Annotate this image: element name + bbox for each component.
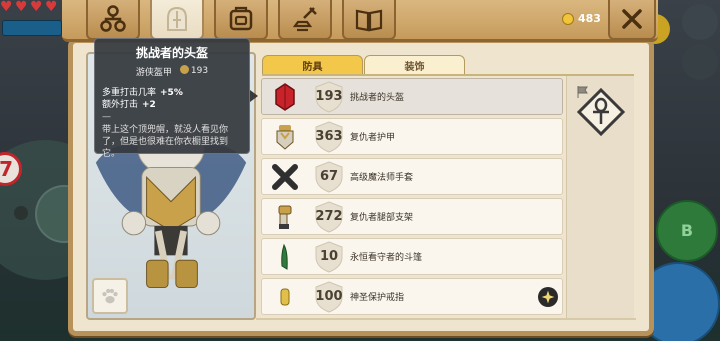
item-name: 神圣保护戒指 xyxy=(350,293,405,303)
coin-counter: 483 xyxy=(562,12,601,25)
level-shield-icon xyxy=(179,65,189,74)
pet-button[interactable] xyxy=(92,278,128,314)
close-icon xyxy=(622,9,642,29)
heart-icon: ♥ xyxy=(15,0,28,15)
item-level: 193 xyxy=(315,89,343,104)
tab-armor[interactable]: 防具 xyxy=(262,55,363,75)
gold-ring-icon xyxy=(266,279,304,314)
level-shield: 363 xyxy=(314,120,344,153)
stat-row: 额外打击 +2 xyxy=(102,99,242,111)
tooltip-subtitle: 游侠盔甲 193 xyxy=(102,65,242,78)
tab-crafting[interactable] xyxy=(278,0,332,40)
map-book-icon xyxy=(355,9,383,32)
item-level: 363 xyxy=(315,129,343,144)
anvil-hammer-icon xyxy=(292,7,317,32)
tab-equipment[interactable] xyxy=(150,0,204,40)
coin-icon xyxy=(562,12,574,25)
item-name: 挑战者的头盔 xyxy=(350,93,405,103)
item-name: 高级魔法师手套 xyxy=(350,173,414,183)
item-level: 67 xyxy=(319,169,339,184)
tooltip-level-wrap: 193 xyxy=(179,65,209,78)
level-shield: 67 xyxy=(314,160,344,193)
tooltip-stats: 多重打击几率 +5% 额外打击 +2 xyxy=(102,87,242,111)
helmet-icon xyxy=(167,6,187,31)
heart-icon: ♥ xyxy=(0,0,13,15)
item-tooltip: 挑战者的头盔 游侠盔甲 193 多重打击几率 +5% 额外打击 +2 — 带上这个顶… xyxy=(94,38,250,159)
item-level: 100 xyxy=(315,289,343,304)
equipment-row-ring[interactable]: 100 神圣保护戒指 xyxy=(261,278,563,315)
tab-inventory[interactable] xyxy=(214,0,268,40)
mana-bar xyxy=(2,20,62,36)
backpack-icon xyxy=(229,6,253,31)
item-level: 10 xyxy=(319,249,339,264)
stat-value: +5% xyxy=(160,88,183,98)
item-name: 复仇者护甲 xyxy=(350,133,396,143)
b-button[interactable]: B xyxy=(656,200,718,262)
chat-button[interactable] xyxy=(682,44,718,80)
tooltip-level: 193 xyxy=(190,66,209,76)
artifact-slot[interactable] xyxy=(577,88,625,136)
tooltip-type: 游侠盔甲 xyxy=(135,68,172,78)
tab-skills[interactable] xyxy=(86,0,140,40)
leg-armor-icon xyxy=(266,199,304,234)
item-level: 272 xyxy=(315,209,343,224)
coin-count: 483 xyxy=(578,12,601,25)
tab-decoration[interactable]: 装饰 xyxy=(364,55,465,75)
tooltip-divider: — xyxy=(102,112,111,122)
equipment-row-armor[interactable]: 363 复仇者护甲 xyxy=(261,118,563,155)
panel-bottom-edge xyxy=(256,318,636,320)
equipment-row-legs[interactable]: 272 复仇者腿部支架 xyxy=(261,198,563,235)
stat-value: +2 xyxy=(142,100,156,110)
tooltip-title: 挑战者的头盔 xyxy=(135,46,208,60)
stat-label: 额外打击 xyxy=(102,100,139,110)
level-shield: 272 xyxy=(314,200,344,233)
red-helmet-icon xyxy=(266,79,304,114)
close-button[interactable] xyxy=(608,0,656,40)
item-name: 永恒看守者的斗篷 xyxy=(350,253,423,263)
ankh-icon xyxy=(577,88,625,136)
gold-armor-icon xyxy=(266,119,304,154)
small-action-button[interactable] xyxy=(14,206,28,220)
level-shield: 100 xyxy=(314,280,344,313)
enchant-sun-icon[interactable] xyxy=(538,287,558,307)
equipment-row-helmet[interactable]: 193 挑战者的头盔 xyxy=(261,78,563,115)
menu-button[interactable] xyxy=(682,4,718,40)
tab-map[interactable] xyxy=(342,0,396,40)
paw-icon xyxy=(102,288,118,304)
crossed-gloves-icon xyxy=(266,159,304,194)
stat-row: 多重打击几率 +5% xyxy=(102,87,242,99)
heart-icon: ♥ xyxy=(30,0,43,15)
level-shield: 10 xyxy=(314,240,344,273)
equipment-row-gloves[interactable]: 67 高级魔法师手套 xyxy=(261,158,563,195)
heart-icon: ♥ xyxy=(45,0,58,15)
level-shield: 193 xyxy=(314,80,344,113)
health-hearts: ♥ ♥ ♥ ♥ xyxy=(0,0,59,16)
tooltip-description: 带上这个顶兜帽，就没人看见你了，但是也很难在你衣橱里找到它。 xyxy=(102,125,229,159)
skill-tree-icon xyxy=(100,5,126,32)
green-cloak-icon xyxy=(266,239,304,274)
item-name: 复仇者腿部支架 xyxy=(350,213,414,223)
selected-pointer-icon xyxy=(250,90,258,102)
equipment-row-cloak[interactable]: 10 永恒看守者的斗篷 xyxy=(261,238,563,275)
stat-label: 多重打击几率 xyxy=(102,88,157,98)
